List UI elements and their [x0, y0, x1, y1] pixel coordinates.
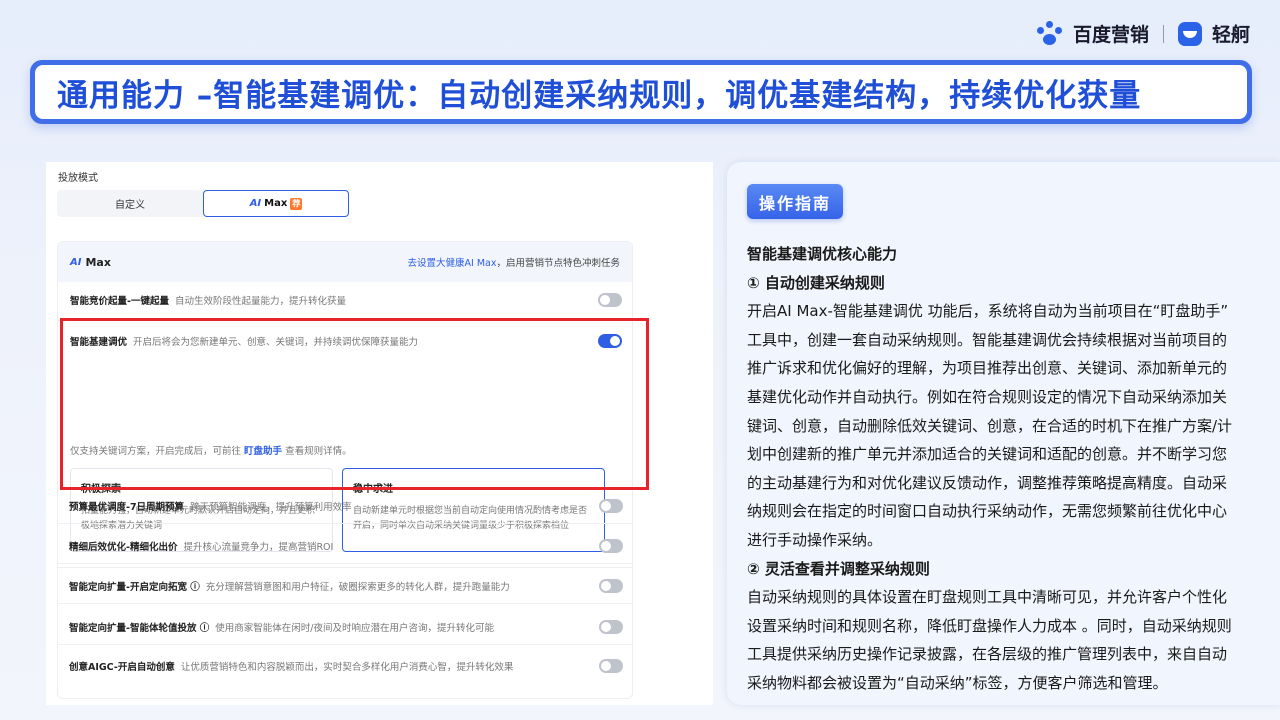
- tab-ai-max[interactable]: AI Max 荐: [203, 190, 349, 217]
- qinghang-logo-text: 轻舸: [1211, 24, 1250, 46]
- setting-row: 智能定向扩量-开启定向拓宽 ⓘ 充分理解营销意图和用户特征，破圈探索更多的转化人群…: [69, 576, 623, 596]
- setting-row: 精细后效优化-精细化出价 提升核心流量竞争力，提高营销ROI: [69, 536, 623, 556]
- ai-logo-icon: AI: [70, 256, 82, 268]
- guide-text: 智能基建调优核心能力 ① 自动创建采纳规则 开启AI Max-智能基建调优 功能…: [747, 245, 1233, 692]
- setting-row: 创意AIGC-开启自动创意 让优质营销特色和内容脱颖而出，实时契合多样化用户消费心…: [69, 656, 623, 676]
- operation-guide-tag: 操作指南: [747, 184, 843, 219]
- card-title: Max: [85, 255, 111, 269]
- toggle-switch[interactable]: [599, 579, 623, 593]
- setting-row: 智能竞价起量-一键起量 自动生效阶段性起量能力，提升转化获量: [70, 290, 622, 310]
- toggle-switch[interactable]: [599, 539, 623, 553]
- setting-row: 智能定向扩量-智能体轮值投放 ⓘ 使用商家智能体在闲时/夜间及时响应潜在用户咨询，…: [69, 617, 623, 637]
- baidu-marketing-logo-text: 百度营销: [1072, 24, 1149, 46]
- brand-logos: 百度营销 轻舸: [1036, 20, 1250, 47]
- title-banner: 通用能力 –智能基建调优：自动创建采纳规则，调优基建结构，持续优化获量: [30, 60, 1252, 124]
- highlight-box: [60, 318, 649, 490]
- tab-custom[interactable]: 自定义: [57, 190, 203, 217]
- toggle-switch[interactable]: [599, 499, 623, 513]
- brand-separator: [1162, 24, 1164, 43]
- delivery-mode-label: 投放模式: [58, 173, 98, 184]
- toggle-switch[interactable]: [598, 293, 622, 307]
- setting-row: 预算最优调度-7日周期预算 跨天预算智能调度，提升预算利用效率: [69, 496, 623, 516]
- health-ai-max-link[interactable]: 去设置大健康AI Max: [408, 258, 497, 269]
- toggle-switch[interactable]: [599, 620, 623, 634]
- page-title: 通用能力 –智能基建调优：自动创建采纳规则，调优基建结构，持续优化获量: [57, 77, 1142, 114]
- toggle-switch[interactable]: [599, 659, 623, 673]
- qinghang-boat-icon: [1177, 21, 1202, 46]
- card-header: AI Max 去设置大健康AI Max，启用营销节点特色冲刺任务: [58, 242, 632, 282]
- operation-guide-panel: 操作指南 智能基建调优核心能力 ① 自动创建采纳规则 开启AI Max-智能基建…: [727, 162, 1280, 705]
- ai-logo-icon: AI: [249, 198, 262, 209]
- mode-segmented-control: 自定义 AI Max 荐: [57, 190, 349, 217]
- baidu-paw-icon: [1036, 20, 1063, 47]
- recommend-badge: 荐: [290, 197, 303, 210]
